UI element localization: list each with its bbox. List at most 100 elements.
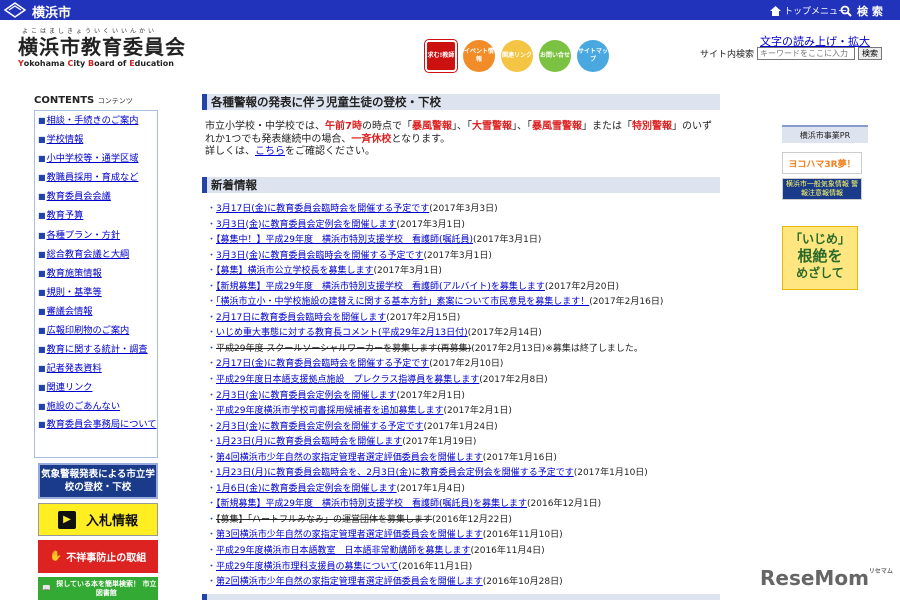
- nav-item: 規則・基準等: [35, 283, 157, 302]
- weather-school-banner[interactable]: 気象警報発表による市立学校の登校・下校: [38, 463, 158, 499]
- nav-item: 教育に関する統計・調査: [35, 340, 157, 359]
- news-link[interactable]: 【募集】横浜市公立学校長を募集します: [216, 266, 374, 276]
- news-item: 【募集】「ハートフルみなみ」の運営団体を募集します(2016年12月22日): [207, 513, 727, 529]
- teacher-recruit-button[interactable]: 求む!教師: [425, 40, 457, 72]
- book-icon: 📖: [42, 584, 51, 592]
- news-link[interactable]: 2月17日に教育委員会臨時会を開催します: [216, 313, 386, 323]
- nav-item: 関連リンク: [35, 378, 157, 397]
- site-search-button[interactable]: 検索: [858, 47, 883, 60]
- news-item: 平成29年度 スクールソーシャルワーカーを募集します(再募集)(2017年2月1…: [207, 342, 727, 358]
- news-item: 【新規募集】平成29年度 横浜市特別支援学校 看護師(アルバイト)を募集します(…: [207, 280, 727, 296]
- news-link[interactable]: 2月3日(金)に教育委員会定例会を開催する予定です: [216, 422, 423, 432]
- site-search-label: サイト内検索: [700, 50, 755, 60]
- logo-english: Yokohama City Board of Education: [18, 59, 174, 68]
- news-link[interactable]: 平成29年度 スクールソーシャルワーカーを募集します(再募集): [216, 344, 471, 354]
- news-item: 1月23日(月)に教育委員会臨時会を、2月3日(金)に教育委員会定例会を開催する…: [207, 466, 727, 482]
- nav-item: 学校情報: [35, 130, 157, 149]
- news-date: (2017年2月20日): [544, 281, 620, 292]
- news-item: 平成29年度横浜市理科支援員の募集について(2016年11月1日): [207, 560, 727, 576]
- home-icon: [770, 5, 781, 16]
- news-item: 2月17日に教育委員会臨時会を開催します(2017年2月15日): [207, 311, 727, 327]
- news-date: (2017年3月1日): [473, 235, 542, 246]
- news-item: 1月23日(月)に教育委員会臨時会を開催します(2017年1月19日): [207, 435, 727, 451]
- event-info-button[interactable]: イベント情報: [463, 40, 495, 72]
- top-menu-label: トップメニュー: [784, 7, 848, 17]
- play-icon: ▶: [57, 510, 76, 529]
- news-item: 第4回横浜市少年自然の家指定管理者選定評価委員会を開催します(2017年1月16…: [207, 451, 727, 467]
- news-link[interactable]: 【募集】「ハートフルみなみ」の運営団体を募集します: [216, 515, 432, 525]
- weather-warning-banner[interactable]: 横浜市一般気象情報 警報注意報情報: [782, 178, 862, 200]
- news-link[interactable]: 【新規募集】平成29年度 横浜市特別支援学校 看護師(アルバイト)を募集します: [216, 282, 545, 292]
- nav-item: 各種プラン・方針: [35, 226, 157, 245]
- misconduct-prevention-banner[interactable]: ✋ 不祥事防止の取組: [38, 540, 158, 573]
- contents-heading: CONTENTS コンテンツ: [34, 95, 133, 106]
- top-menu-link[interactable]: トップメニュー: [770, 4, 847, 17]
- news-link[interactable]: 平成29年度横浜市学校司書採用候補者を追加募集します: [216, 406, 443, 416]
- news-date: (2016年12月22日): [432, 514, 512, 525]
- news-date: (2017年2月13日)※募集は終了しました。: [471, 343, 643, 354]
- news-item: 3月3日(金)に教育委員会臨時会を開催する予定です(2017年3月1日): [207, 249, 727, 265]
- news-link[interactable]: 平成29年度日本語支援拠点施設 プレクラス指導員を募集します: [216, 375, 479, 385]
- nav-item: 施設のごあんない: [35, 397, 157, 416]
- sitemap-button[interactable]: サイトマップ: [577, 40, 609, 72]
- news-item: 3月3日(金)に教育委員会定例会を開催します(2017年3月1日): [207, 218, 727, 234]
- news-link[interactable]: いじめ重大事態に対する教育長コメント(平成29年2月13日付): [216, 328, 468, 338]
- city-seal-icon: [4, 2, 26, 18]
- news-link[interactable]: 第2回横浜市少年自然の家指定管理者選定評価委員会を開催します: [216, 577, 483, 587]
- news-item: 平成29年度横浜市学校司書採用候補者を追加募集します(2017年2月1日): [207, 404, 727, 420]
- news-item: 平成29年度日本語支援拠点施設 プレクラス指導員を募集します(2017年2月8日…: [207, 373, 727, 389]
- news-link[interactable]: 平成29年度横浜市日本語教室 日本語非常勤講師を募集します: [216, 546, 470, 556]
- news-date: (2017年1月19日): [402, 437, 477, 448]
- news-link[interactable]: 2月17日(金)に教育委員会臨時会を開催する予定です: [216, 359, 429, 369]
- news-link[interactable]: 【募集中！】平成29年度 横浜市特別支援学校 看護師(嘱託員): [216, 235, 473, 245]
- bid-info-banner[interactable]: ▶ 入札情報: [38, 503, 158, 536]
- details-link[interactable]: こちら: [255, 146, 285, 157]
- news-link[interactable]: 1月23日(月)に教育委員会臨時会を開催します: [216, 437, 402, 447]
- news-date: (2017年1月10日): [573, 468, 648, 479]
- news-date: (2016年11月4日): [470, 546, 545, 557]
- news-heading: 新着情報: [202, 177, 720, 193]
- related-links-button[interactable]: 関連リンク: [501, 40, 533, 72]
- news-link[interactable]: 3月17日(金)に教育委員会臨時会を開催する予定です: [216, 204, 429, 214]
- news-date: (2017年3月1日): [423, 250, 492, 261]
- nav-item: 審議会情報: [35, 302, 157, 321]
- news-link[interactable]: 2月3日(金)に教育委員会定例会を開催します: [216, 391, 396, 401]
- nav-item: 記者発表資料: [35, 359, 157, 378]
- header-icon-links: 求む!教師 イベント情報 関連リンク お問い合せ サイトマップ: [425, 40, 609, 72]
- contact-button[interactable]: お問い合せ: [539, 40, 571, 72]
- news-link[interactable]: 3月3日(金)に教育委員会定例会を開催します: [216, 220, 396, 230]
- site-search-input[interactable]: [757, 47, 856, 60]
- top-search-link[interactable]: 検 索: [840, 3, 883, 19]
- library-banner[interactable]: 📖 探している本を簡単検索！ 市立図書館: [38, 577, 158, 600]
- news-item: 2月3日(金)に教育委員会定例会を開催する予定です(2017年1月24日): [207, 420, 727, 436]
- site-search: サイト内検索 検索: [700, 47, 883, 60]
- city-name[interactable]: 横浜市: [32, 2, 71, 21]
- news-link[interactable]: 【新規募集】平成29年度 横浜市特別支援学校 看護師(嘱託員)を募集します: [216, 499, 527, 509]
- left-nav: 相談・手続きのご案内 学校情報 小中学校等・通学区域 教職員採用・育成など 教育…: [34, 110, 158, 458]
- news-item: 第3回横浜市少年自然の家指定管理者選定評価委員会を開催します(2016年11月1…: [207, 528, 727, 544]
- top-search-label: 検 索: [857, 5, 883, 18]
- nav-item: 教育予算: [35, 206, 157, 225]
- news-link[interactable]: 1月6日(金)に教育委員会定例会を開催します: [216, 484, 396, 494]
- news-link[interactable]: 第4回横浜市少年自然の家指定管理者選定評価委員会を開催します: [216, 453, 483, 463]
- news-link[interactable]: 第3回横浜市少年自然の家指定管理者選定評価委員会を開催します: [216, 530, 483, 540]
- news-item: 【募集中！】平成29年度 横浜市特別支援学校 看護師(嘱託員)(2017年3月1…: [207, 233, 727, 249]
- news-date: (2016年11月1日): [398, 561, 473, 572]
- news-link[interactable]: 3月3日(金)に教育委員会臨時会を開催する予定です: [216, 251, 423, 261]
- news-link[interactable]: 1月23日(月)に教育委員会臨時会を、2月3日(金)に教育委員会定例会を開催する…: [216, 468, 574, 478]
- news-date: (2017年2月16日): [589, 297, 664, 308]
- news-date: (2017年2月15日): [386, 312, 461, 323]
- news-item: 2月3日(金)に教育委員会定例会を開催します(2017年2月1日): [207, 389, 727, 405]
- news-date: (2017年2月8日): [479, 375, 548, 386]
- pr-heading: 横浜市事業PR: [782, 125, 868, 143]
- weather-notice: 市立小学校・中学校では、午前7時の時点で「暴風警報」、「大雪警報」、「暴風雪警報…: [205, 121, 712, 157]
- news-link[interactable]: 「横浜市立小・中学校施設の建替えに関する基本方針」素案について市民意見を募集しま…: [216, 297, 589, 307]
- top-bar: 横浜市 トップメニュー 検 索: [0, 0, 900, 21]
- news-date: (2017年1月16日): [482, 452, 557, 463]
- yokohama-3r-banner[interactable]: ヨコハマ3R夢！: [782, 152, 862, 174]
- news-item: 【新規募集】平成29年度 横浜市特別支援学校 看護師(嘱託員)を募集します(20…: [207, 497, 727, 513]
- site-logo[interactable]: よこはましきょういくいいんかい 横浜市教育委員会 Yokohama City B…: [18, 26, 186, 68]
- anti-bullying-banner[interactable]: 「いじめ」 根絶を めざして: [782, 226, 858, 290]
- news-link[interactable]: 平成29年度横浜市理科支援員の募集について: [216, 562, 398, 572]
- news-item: 3月17日(金)に教育委員会臨時会を開催する予定です(2017年3月3日): [207, 202, 727, 218]
